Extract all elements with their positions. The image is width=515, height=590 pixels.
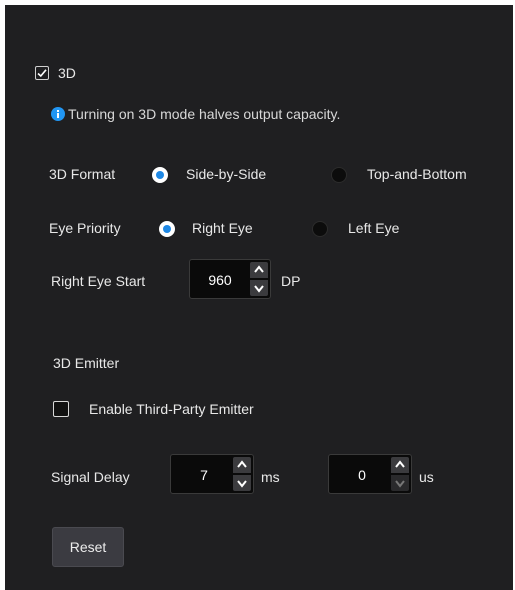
left-eye-radio[interactable]: [312, 221, 328, 237]
top-and-bottom-label: Top-and-Bottom: [367, 166, 467, 182]
info-text: Turning on 3D mode halves output capacit…: [68, 106, 341, 122]
chevron-down-icon: [395, 480, 405, 488]
signal-delay-ms-unit: ms: [261, 469, 280, 485]
us-decrement-button[interactable]: [391, 475, 409, 491]
signal-delay-us-stepper[interactable]: 0: [328, 454, 412, 494]
ms-increment-button[interactable]: [233, 457, 251, 473]
chevron-up-icon: [254, 265, 264, 273]
right-eye-start-value: 960: [208, 272, 232, 288]
reset-button[interactable]: Reset: [52, 527, 124, 567]
third-party-emitter-checkbox[interactable]: [53, 401, 69, 417]
chevron-down-icon: [237, 480, 247, 488]
chevron-up-icon: [237, 460, 247, 468]
right-eye-label: Right Eye: [192, 220, 253, 236]
signal-delay-us-unit: us: [419, 469, 434, 485]
eye-priority-label: Eye Priority: [49, 220, 121, 236]
emitter-section-title: 3D Emitter: [53, 355, 120, 371]
right-eye-start-unit: DP: [281, 273, 301, 289]
side-by-side-radio[interactable]: [152, 167, 168, 183]
checkmark-icon: [37, 69, 47, 78]
third-party-emitter-label: Enable Third-Party Emitter: [89, 401, 254, 417]
chevron-down-icon: [254, 285, 264, 293]
3d-checkbox[interactable]: [35, 66, 49, 80]
side-by-side-label: Side-by-Side: [186, 166, 267, 182]
us-increment-button[interactable]: [391, 457, 409, 473]
decrement-button[interactable]: [250, 280, 268, 296]
signal-delay-ms-stepper[interactable]: 7: [170, 454, 254, 494]
signal-delay-label: Signal Delay: [51, 469, 130, 485]
info-icon: [51, 107, 65, 121]
right-eye-start-label: Right Eye Start: [51, 273, 146, 289]
settings-panel: 3D Turning on 3D mode halves output capa…: [5, 5, 513, 590]
ms-decrement-button[interactable]: [233, 475, 251, 491]
signal-delay-us-value: 0: [358, 467, 366, 483]
right-eye-radio[interactable]: [159, 221, 175, 237]
right-eye-start-stepper[interactable]: 960: [189, 259, 271, 299]
chevron-up-icon: [395, 460, 405, 468]
increment-button[interactable]: [250, 262, 268, 278]
top-and-bottom-radio[interactable]: [331, 167, 347, 183]
format-label: 3D Format: [49, 166, 116, 182]
left-eye-label: Left Eye: [348, 220, 400, 236]
signal-delay-ms-value: 7: [200, 467, 208, 483]
3d-label: 3D: [58, 65, 76, 81]
